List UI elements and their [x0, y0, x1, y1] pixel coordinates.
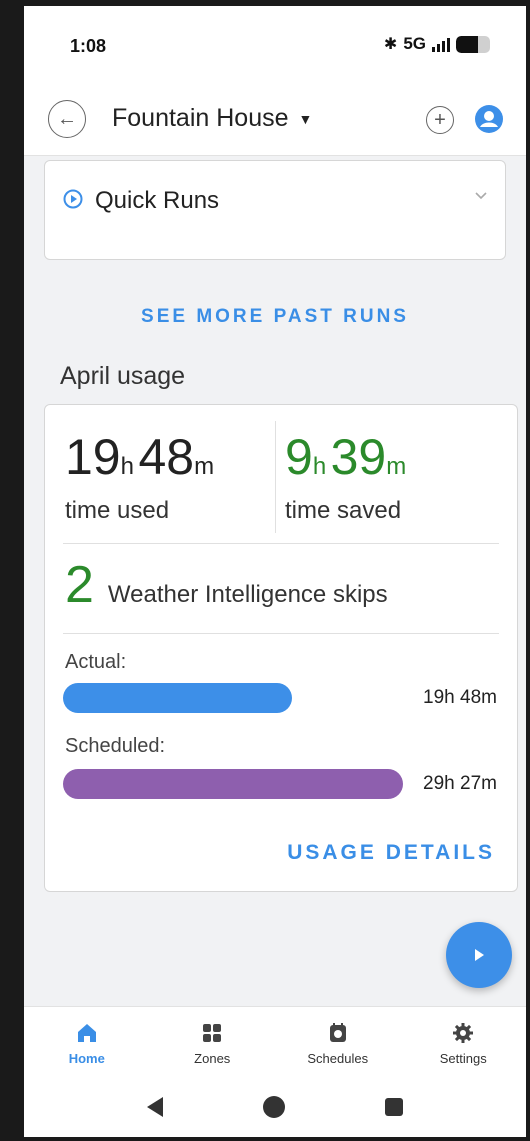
add-button[interactable]: + [426, 106, 454, 134]
status-icons: ✱ 5G [384, 34, 490, 54]
phone-screen: 1:08 ✱ 5G ← Fountain House ▼ + Quick Run… [24, 6, 526, 1137]
status-time: 1:08 [70, 36, 107, 56]
nav-label-zones: Zones [194, 1051, 231, 1066]
time-saved-label: time saved [285, 497, 402, 524]
system-back-button[interactable] [147, 1096, 163, 1117]
battery-icon [456, 35, 490, 53]
quick-runs-card[interactable]: Quick Runs [44, 160, 506, 260]
nav-item-zones[interactable]: Zones [150, 1007, 276, 1076]
zones-icon [203, 1024, 222, 1042]
bottom-nav: Home Zones Schedules Settings [24, 1006, 526, 1076]
time-used-stat: 19h 48m time used [65, 427, 214, 525]
gear-icon [453, 1023, 474, 1043]
system-recents-button[interactable] [385, 1097, 403, 1116]
stat-divider [275, 421, 276, 533]
weather-skips: 2 Weather Intelligence skips [65, 555, 388, 615]
time-used-minutes-unit: m [194, 453, 215, 480]
time-saved-stat: 9h 39m time saved [285, 427, 406, 525]
bluetooth-icon: ✱ [383, 36, 398, 53]
nav-label-home: Home [68, 1051, 105, 1066]
time-saved-minutes: 39 [330, 429, 387, 485]
scheduled-bar [63, 769, 403, 799]
time-saved-hours-unit: h [312, 453, 327, 480]
actual-label: Actual: [65, 651, 127, 673]
nav-item-schedules[interactable]: Schedules [275, 1007, 401, 1076]
time-used-minutes: 48 [138, 429, 195, 485]
nav-item-home[interactable]: Home [24, 1007, 150, 1076]
time-saved-hours: 9 [285, 429, 313, 485]
time-saved-minutes-unit: m [386, 453, 407, 480]
see-more-past-runs-link[interactable]: SEE MORE PAST RUNS [24, 306, 526, 328]
actual-bar [63, 683, 403, 713]
play-icon [475, 949, 484, 961]
app-header: ← Fountain House ▼ + [24, 86, 526, 156]
home-icon [77, 1024, 96, 1042]
time-used-hours: 19 [65, 429, 121, 485]
chevron-down-icon[interactable] [473, 187, 489, 203]
actual-value: 19h 48m [423, 687, 497, 708]
controller-selector[interactable]: Fountain House ▼ [112, 104, 312, 133]
nav-item-settings[interactable]: Settings [401, 1007, 527, 1076]
network-type: 5G [403, 34, 426, 53]
nav-label-schedules: Schedules [307, 1051, 369, 1066]
usage-details-link[interactable]: USAGE DETAILS [287, 841, 495, 865]
scheduled-value: 29h 27m [423, 773, 497, 794]
divider [63, 633, 499, 634]
usage-card: 19h 48m time used 9h 39m time saved 2 We… [44, 404, 518, 892]
time-used-hours-unit: h [120, 453, 134, 480]
back-button[interactable]: ← [48, 100, 86, 138]
account-circle-icon[interactable] [474, 104, 504, 134]
system-home-button[interactable] [263, 1095, 285, 1118]
nav-label-settings: Settings [439, 1051, 487, 1066]
system-navigation [24, 1076, 526, 1137]
back-arrow-icon: ← [57, 107, 77, 130]
time-used-label: time used [65, 497, 170, 524]
dropdown-caret-icon: ▼ [298, 110, 313, 127]
page-title: Fountain House [112, 104, 289, 132]
skips-label: Weather Intelligence skips [107, 581, 388, 608]
scheduled-label: Scheduled: [65, 735, 166, 757]
quick-run-fab[interactable] [446, 922, 512, 988]
signal-icon [432, 36, 450, 52]
plus-circle-icon: + [434, 109, 446, 131]
usage-section-title: April usage [60, 362, 186, 390]
status-bar: 1:08 ✱ 5G [24, 6, 526, 86]
actual-bar-fill [63, 683, 292, 713]
play-circle-icon [63, 189, 83, 209]
scheduled-bar-fill [63, 769, 403, 799]
quick-runs-label: Quick Runs [95, 187, 220, 214]
skips-count: 2 [65, 556, 94, 614]
schedules-icon [329, 1023, 346, 1042]
divider [63, 543, 499, 544]
